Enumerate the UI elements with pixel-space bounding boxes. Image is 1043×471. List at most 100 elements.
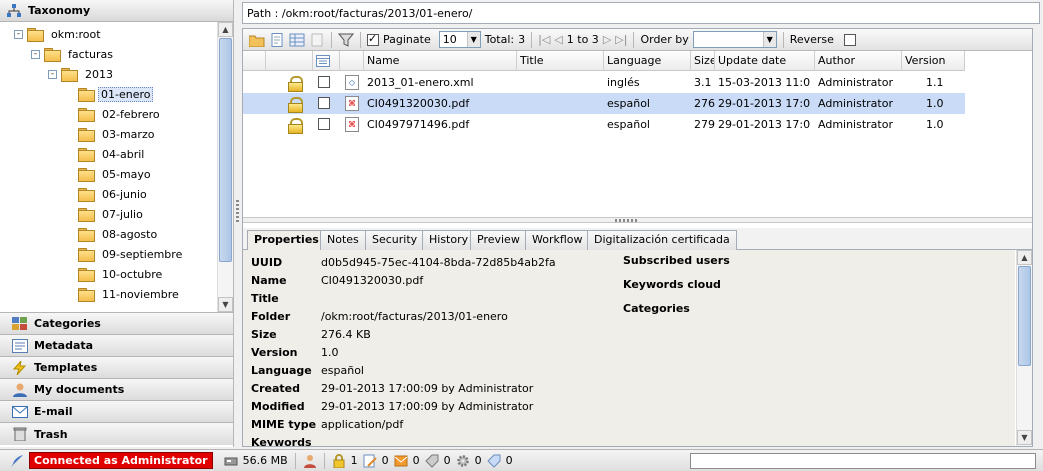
clipboard-icon[interactable] [309,33,325,47]
folder-icon [78,228,95,242]
column-version[interactable]: Version [902,51,965,71]
locked-count: 1 [350,454,358,467]
stack-email[interactable]: E-mail [0,401,233,423]
document-icon[interactable] [269,32,285,47]
tab-history[interactable]: History [422,230,476,250]
collapse-toggle-icon[interactable]: - [31,49,40,59]
mail-icon[interactable] [394,454,408,468]
property-label: Language [251,364,312,377]
tab-notes[interactable]: Notes [320,230,366,250]
stack-categories[interactable]: Categories [0,313,233,335]
property-row: UUID d0b5d945-75ec-4104-8bda-72d85b4ab2fa [251,254,556,272]
stack-templates[interactable]: Templates [0,357,233,379]
order-by-label: Order by [640,33,689,46]
paginate-checkbox[interactable] [367,32,379,46]
tree-node[interactable]: 04-abril [65,145,148,163]
tree-node[interactable]: 01-enero [65,85,154,103]
next-page-icon[interactable]: ▷ [603,33,611,46]
scroll-up-icon[interactable]: ▲ [218,22,233,37]
column-title[interactable]: Title [517,51,604,71]
user-icon[interactable] [303,454,317,468]
left-panel: Taxonomy - okm:root - facturas - 2013 01-enero… [0,0,234,447]
tab-properties[interactable]: Properties [247,230,326,251]
folder-icon [78,88,95,102]
collapse-toggle-icon[interactable]: - [14,29,23,39]
property-row: Version 1.0 [251,344,339,362]
tree-node[interactable]: 11-noviembre [65,285,183,303]
tree-node[interactable]: 06-junio [65,185,151,203]
scroll-thumb[interactable] [219,38,232,262]
last-page-icon[interactable]: ▷| [615,33,627,46]
scroll-down-icon[interactable]: ▼ [1017,430,1032,445]
property-row: Size 276.4 KB [251,326,371,344]
file-row[interactable]: ◇ 2013_01-enero.xml inglés 3.1 KB15-03-2013… [243,72,965,93]
scroll-down-icon[interactable]: ▼ [218,297,233,312]
grid-view-icon[interactable] [289,33,305,47]
openkm-window: Taxonomy - okm:root - facturas - 2013 01-enero… [0,0,1043,471]
stack-my-documents[interactable]: My documents [0,379,233,401]
tree-node[interactable]: 10-octubre [65,265,166,283]
stack-metadata[interactable]: Metadata [0,335,233,357]
stack-label: Templates [34,361,98,374]
prev-page-icon[interactable]: ◁ [554,33,562,46]
column-chooser-icon[interactable] [313,51,340,71]
tree-node[interactable]: 09-septiembre [65,245,186,263]
tree-node[interactable]: 07-julio [65,205,147,223]
tag-icon[interactable] [424,454,439,468]
properties-scrollbar[interactable]: ▲ ▼ [1016,250,1032,446]
file-row[interactable]: ⌘ CI0491320030.pdf español 276.4 K29-01-201… [243,93,965,114]
tree-node[interactable]: 03-marzo [65,125,158,143]
property-value: 29-01-2013 17:00:09 by Administrator [321,400,534,413]
xml-file-icon: ◇ [345,75,359,90]
page-size-select[interactable]: 10 ▼ [438,31,481,48]
status-bar: Connected as Administrator 56.6 MB 1 0 0… [0,449,1043,471]
tree-node[interactable]: 05-mayo [65,165,155,183]
total-value: 3 [518,33,526,46]
gear-icon[interactable] [456,454,470,468]
reverse-checkbox[interactable] [843,33,856,46]
locked-docs-icon[interactable] [332,453,346,468]
filter-icon[interactable] [338,33,354,47]
column-size[interactable]: Size [691,51,715,71]
open-folder-icon[interactable] [249,33,265,47]
cell-author: Administrator [818,118,893,131]
repository-size: 56.6 MB [242,454,288,467]
tab-digitalización[interactable]: Digitalización certificada [587,230,737,250]
cell-size: 276.4 K [694,97,715,110]
vertical-splitter[interactable] [234,0,242,447]
tree-node[interactable]: 08-agosto [65,225,161,243]
tree-node[interactable]: - facturas [31,45,117,63]
tab-preview[interactable]: Preview [470,230,527,250]
row-checkbox[interactable] [318,76,330,88]
row-checkbox[interactable] [318,118,330,130]
horizontal-splitter[interactable] [243,217,1032,223]
file-row[interactable]: ⌘ CI0497971496.pdf español 279.0 K29-01-201… [243,114,965,135]
disk-icon [224,457,238,465]
scroll-thumb[interactable] [1018,266,1031,366]
first-page-icon[interactable]: |◁ [538,33,550,46]
pdf-file-icon: ⌘ [345,96,359,111]
connection-status: Connected as Administrator [29,452,213,469]
scroll-up-icon[interactable]: ▲ [1017,250,1032,265]
row-checkbox[interactable] [318,97,330,109]
column-author[interactable]: Author [815,51,902,71]
subscription-icon[interactable] [486,454,501,468]
tree-node[interactable]: - 2013 [48,65,117,83]
stack-trash[interactable]: Trash [0,423,233,445]
tab-workflow[interactable]: Workflow [525,230,590,250]
tree-node[interactable]: 02-febrero [65,105,164,123]
tab-security[interactable]: Security [365,230,425,250]
taxonomy-header[interactable]: Taxonomy [0,0,233,22]
order-by-select[interactable]: ▼ [692,31,777,48]
tree-node-label: 08-agosto [102,227,158,241]
column-language[interactable]: Language [604,51,691,71]
checkout-icon[interactable] [363,454,377,468]
checkout-count: 0 [381,454,389,467]
collapse-toggle-icon[interactable]: - [48,69,57,79]
tree-scrollbar[interactable]: ▲ ▼ [217,22,233,312]
column-name[interactable]: Name [364,51,517,71]
stack-label: My documents [34,383,125,396]
status-message-field[interactable] [690,453,1036,469]
tree-node[interactable]: - okm:root [14,25,105,43]
column-update-date[interactable]: Update date [715,51,815,71]
